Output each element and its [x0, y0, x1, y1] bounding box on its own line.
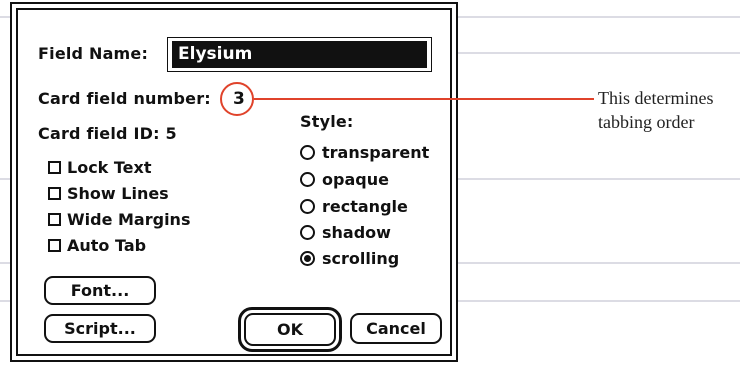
radio-label: scrolling — [322, 249, 400, 268]
card-field-number-label: Card field number: — [38, 89, 211, 108]
ok-button[interactable]: OK — [244, 313, 336, 346]
style-label: Style: — [300, 112, 354, 131]
radio-circle[interactable] — [300, 225, 315, 240]
style-opaque-radio[interactable]: opaque — [300, 170, 389, 189]
auto-tab-checkbox[interactable]: Auto Tab — [48, 236, 146, 255]
wide-margins-checkbox[interactable]: Wide Margins — [48, 210, 190, 229]
callout-annotation: This determines tabbing order — [598, 88, 714, 132]
style-rectangle-radio[interactable]: rectangle — [300, 197, 408, 216]
font-button[interactable]: Font... — [44, 276, 156, 305]
radio-circle-selected[interactable] — [300, 251, 315, 266]
style-transparent-radio[interactable]: transparent — [300, 143, 429, 162]
radio-label: transparent — [322, 143, 430, 162]
checkbox-label: Lock Text — [67, 158, 152, 177]
radio-label: shadow — [322, 223, 391, 242]
radio-circle[interactable] — [300, 172, 315, 187]
script-button[interactable]: Script... — [44, 314, 156, 343]
cancel-button[interactable]: Cancel — [350, 313, 442, 344]
show-lines-checkbox[interactable]: Show Lines — [48, 184, 169, 203]
field-name-input[interactable]: Elysium — [172, 41, 427, 68]
style-shadow-radio[interactable]: shadow — [300, 223, 391, 242]
radio-label: opaque — [322, 170, 389, 189]
radio-label: rectangle — [322, 197, 408, 216]
card-field-id-label: Card field ID: 5 — [38, 124, 177, 143]
checkbox-label: Show Lines — [67, 184, 169, 203]
lock-text-checkbox[interactable]: Lock Text — [48, 158, 152, 177]
checkbox-label: Wide Margins — [67, 210, 191, 229]
field-name-label: Field Name: — [38, 44, 149, 63]
style-scrolling-radio[interactable]: scrolling — [300, 249, 399, 268]
checkbox-box[interactable] — [48, 239, 61, 252]
field-info-dialog: Field Name: Elysium Card field number: 3… — [10, 2, 458, 362]
callout-line — [254, 98, 594, 100]
checkbox-box[interactable] — [48, 187, 61, 200]
radio-circle[interactable] — [300, 145, 315, 160]
checkbox-label: Auto Tab — [67, 236, 147, 255]
checkbox-box[interactable] — [48, 161, 61, 174]
callout-circle — [220, 82, 254, 116]
checkbox-box[interactable] — [48, 213, 61, 226]
radio-circle[interactable] — [300, 199, 315, 214]
